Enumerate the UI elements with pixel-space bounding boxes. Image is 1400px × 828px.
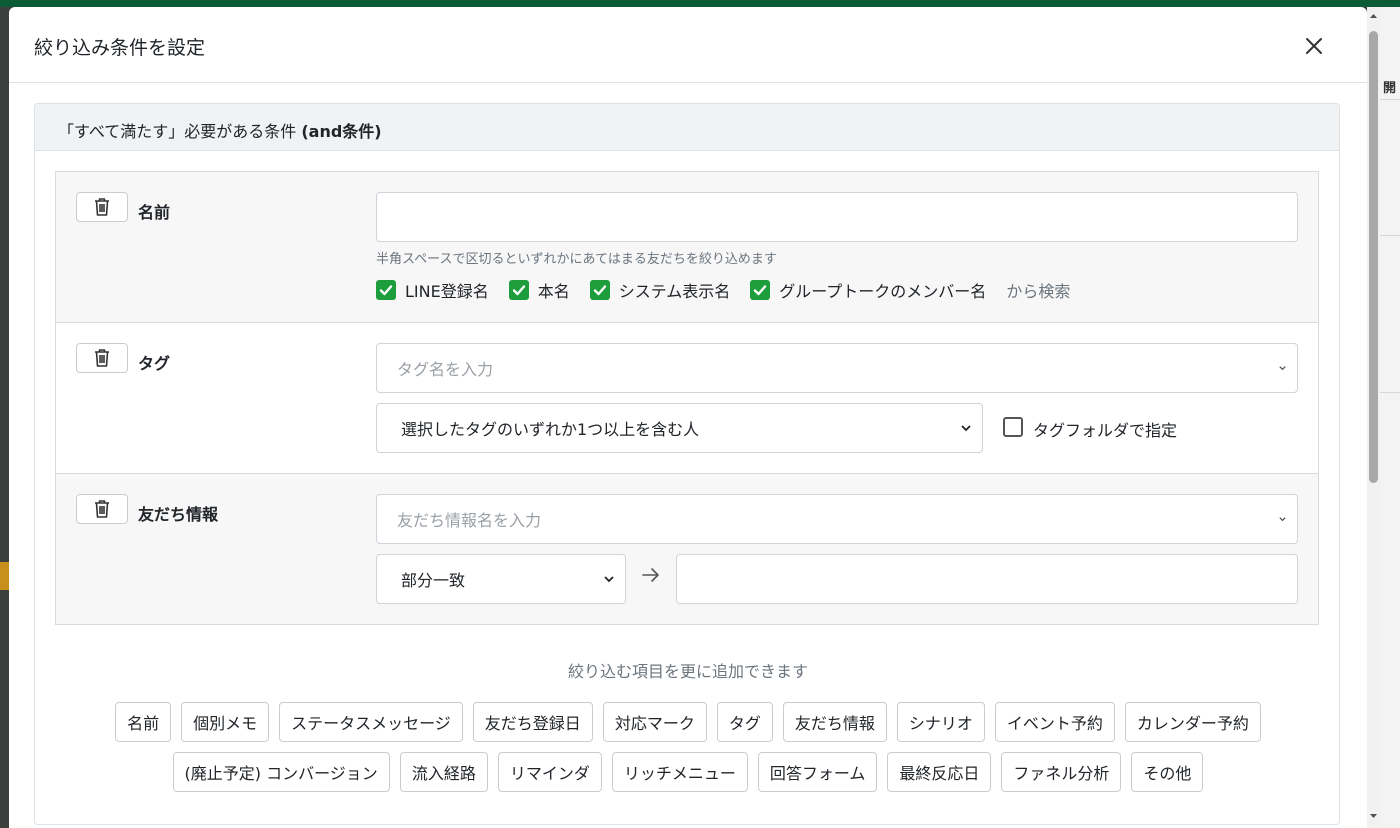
checkbox-checked[interactable] [589, 280, 610, 300]
condition-list: 名前 半角スペースで区切るといずれかにあてはまる友だちを絞り込めます LINE登… [55, 171, 1319, 625]
check-label: グループトークのメンバー名 [779, 282, 987, 301]
and-header-bold: (and条件) [301, 122, 382, 141]
check-icon [512, 285, 525, 296]
check-group-member-name[interactable]: グループトークのメンバー名 [750, 278, 986, 302]
add-chip[interactable]: ステータスメッセージ [279, 702, 463, 742]
add-chip[interactable]: 対応マーク [602, 702, 707, 742]
trash-icon [95, 198, 109, 216]
tag-search-select[interactable]: タグ名を入力 [376, 343, 1298, 393]
chevron-down-icon [1279, 517, 1286, 522]
add-chip[interactable]: イベント予約 [994, 702, 1115, 742]
tag-match-select[interactable]: 選択したタグのいずれか1つ以上を含む人 [376, 403, 983, 453]
modal-scrollbar[interactable] [1367, 7, 1380, 828]
delete-name-button[interactable] [76, 192, 128, 222]
tag-folder-checkbox[interactable] [1003, 417, 1023, 437]
and-condition-header: 「すべて満たす」必要がある条件 (and条件) [35, 104, 1339, 151]
add-condition-chips-row-2: (廃止予定) コンバージョン 流入経路 リマインダ リッチメニュー 回答フォーム… [35, 752, 1339, 792]
friend-info-match-select[interactable]: 部分一致 [376, 554, 626, 604]
arrow-right-icon [642, 568, 659, 582]
add-chip[interactable]: リマインダ [497, 752, 602, 792]
add-chip[interactable]: 個別メモ [181, 702, 270, 742]
add-chip[interactable]: ファネル分析 [1001, 752, 1122, 792]
tag-match-value: 選択したタグのいずれか1つ以上を含む人 [401, 420, 700, 439]
friend-info-search-select[interactable]: 友だち情報名を入力 [376, 494, 1298, 544]
background-left-badge [0, 562, 9, 590]
add-chip[interactable]: 最終反応日 [887, 752, 992, 792]
friend-info-match-value: 部分一致 [401, 571, 466, 590]
friend-info-value-input[interactable] [676, 554, 1298, 604]
check-label: LINE登録名 [405, 282, 489, 301]
and-condition-card: 「すべて満たす」必要がある条件 (and条件) 名前 半角スペースで区切るといず… [34, 103, 1340, 825]
chevron-down-icon [1279, 366, 1286, 371]
check-icon [754, 285, 767, 296]
add-condition-chips-row-1: 名前 個別メモ ステータスメッセージ 友だち登録日 対応マーク タグ 友だち情報… [35, 702, 1339, 742]
check-line-name[interactable]: LINE登録名 [376, 278, 489, 302]
condition-label-friend-info: 友だち情報 [138, 505, 219, 524]
check-system-name[interactable]: システム表示名 [589, 278, 731, 302]
filter-modal: 絞り込み条件を設定 「すべて満たす」必要がある条件 (and条件) 名前 半角ス… [9, 7, 1367, 828]
check-label: システム表示名 [618, 282, 731, 301]
add-chip[interactable]: 名前 [115, 702, 172, 742]
checkbox-checked[interactable] [508, 280, 529, 300]
chevron-down-icon [961, 425, 971, 432]
delete-friend-info-button[interactable] [76, 494, 128, 524]
checkbox-checked[interactable] [750, 280, 771, 300]
condition-label-tag: タグ [138, 354, 171, 373]
modal-header: 絞り込み条件を設定 [9, 7, 1367, 83]
checkbox-checked[interactable] [376, 280, 396, 300]
scroll-up-icon[interactable] [1369, 11, 1378, 21]
check-icon [593, 285, 606, 296]
condition-row-friend-info: 友だち情報 友だち情報名を入力 部分一致 [56, 474, 1318, 624]
tag-folder-label[interactable]: タグフォルダで指定 [1033, 417, 1177, 441]
modal-title: 絞り込み条件を設定 [34, 37, 206, 59]
background-right-text: 開 [1383, 81, 1397, 96]
add-chip[interactable]: その他 [1131, 752, 1204, 792]
friend-info-placeholder: 友だち情報名を入力 [397, 511, 542, 530]
scroll-thumb[interactable] [1369, 31, 1378, 483]
name-help-text: 半角スペースで区切るといずれかにあてはまる友だちを絞り込めます [376, 252, 777, 267]
condition-label-name: 名前 [138, 203, 171, 222]
name-search-targets: LINE登録名 本名 システム表示名 グループトークのメンバー名 から検索 [376, 279, 1070, 301]
scroll-down-icon[interactable] [1369, 811, 1378, 821]
add-condition-hint: 絞り込む項目を更に追加できます [567, 662, 808, 681]
trash-icon [95, 349, 109, 367]
check-real-name[interactable]: 本名 [508, 278, 570, 302]
name-input[interactable] [376, 192, 1298, 242]
and-header-text: 「すべて満たす」必要がある条件 [58, 122, 302, 141]
chevron-down-icon [604, 576, 614, 583]
add-chip[interactable]: タグ [716, 702, 773, 742]
delete-tag-button[interactable] [76, 343, 128, 373]
close-button[interactable] [1302, 34, 1326, 58]
add-chip[interactable]: 回答フォーム [757, 752, 878, 792]
trash-icon [95, 500, 109, 518]
add-chip[interactable]: カレンダー予約 [1124, 702, 1261, 742]
add-chip[interactable]: (廃止予定) コンバージョン [172, 752, 390, 792]
condition-row-name: 名前 半角スペースで区切るといずれかにあてはまる友だちを絞り込めます LINE登… [56, 172, 1318, 323]
add-chip[interactable]: リッチメニュー [611, 752, 748, 792]
background-app-right-edge: 開 [1380, 7, 1400, 828]
check-label: 本名 [537, 282, 570, 301]
background-app-topbar [0, 0, 1400, 7]
condition-row-tag: タグ タグ名を入力 選択したタグのいずれか1つ以上を含む人 タグフォルダで指定 [56, 323, 1318, 474]
close-icon [1306, 38, 1322, 54]
search-suffix: から検索 [1006, 282, 1071, 301]
check-icon [379, 285, 393, 296]
add-chip[interactable]: 友だち情報 [782, 702, 887, 742]
add-chip[interactable]: 友だち登録日 [472, 702, 593, 742]
add-chip[interactable]: シナリオ [896, 702, 985, 742]
add-chip[interactable]: 流入経路 [399, 752, 488, 792]
tag-placeholder: タグ名を入力 [397, 360, 494, 379]
